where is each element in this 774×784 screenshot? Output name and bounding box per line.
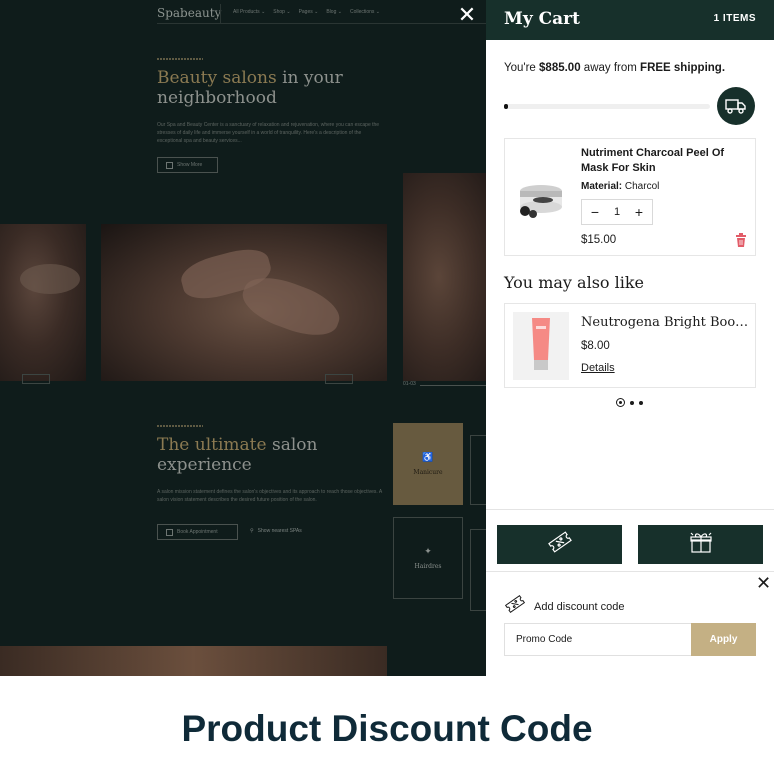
- cart-item-material: Material: Charcol: [581, 181, 659, 192]
- hero-title-highlight: Beauty salons: [157, 68, 277, 88]
- hero-title: Beauty salons in your neighborhood: [157, 68, 357, 108]
- book-appointment-label: Book Appointment: [177, 529, 218, 535]
- material-label: Material:: [581, 181, 623, 192]
- slider-prev-button[interactable]: [22, 374, 50, 384]
- material-value: Charcol: [622, 181, 660, 192]
- service-tile-partial[interactable]: [470, 529, 486, 611]
- quantity-stepper: − 1 +: [581, 199, 653, 225]
- show-more-label: Show More: [177, 162, 203, 168]
- discount-coupon-button[interactable]: [497, 525, 622, 564]
- cart-item-price: $15.00: [581, 234, 617, 246]
- cart-drawer: My Cart 1 ITEMS You're $885.00 away from…: [486, 0, 774, 676]
- background-website: Spabeauty All Products Shop Pages Blog C…: [0, 0, 486, 676]
- discount-header: Add discount code: [504, 594, 625, 619]
- polish-icon: ♿: [422, 452, 434, 463]
- spa-photo-right: [403, 173, 486, 381]
- nav-links: All Products Shop Pages Blog Collections: [233, 9, 380, 15]
- section2-title-highlight: The ultimate: [157, 435, 267, 455]
- carousel-dot-active[interactable]: [616, 398, 625, 407]
- gift-icon: [689, 531, 713, 558]
- nav-divider: [220, 4, 221, 24]
- section-divider: [157, 58, 203, 60]
- nav-item-shop[interactable]: Shop: [273, 9, 290, 15]
- slider-counter: 01-03: [403, 381, 416, 387]
- nav-item-collections[interactable]: Collections: [350, 9, 380, 15]
- slider-next-button[interactable]: [325, 374, 353, 384]
- close-discount-icon[interactable]: ✕: [756, 575, 771, 593]
- shipping-progress-fill: [504, 104, 509, 109]
- decrease-quantity-button[interactable]: −: [588, 204, 602, 220]
- nav-item-all-products[interactable]: All Products: [233, 9, 265, 15]
- recommended-product-name[interactable]: Neutrogena Bright Boost...: [581, 315, 751, 330]
- apply-button[interactable]: Apply: [691, 623, 756, 656]
- nav-item-blog[interactable]: Blog: [326, 9, 342, 15]
- page-caption: Product Discount Code: [181, 708, 593, 749]
- recommended-product-card: Neutrogena Bright Boost... $8.00 Details: [504, 303, 756, 388]
- book-appointment-button[interactable]: Book Appointment: [157, 524, 238, 540]
- recommended-product-price: $8.00: [581, 340, 610, 352]
- cart-title: My Cart: [504, 9, 580, 29]
- quantity-value[interactable]: 1: [614, 206, 620, 218]
- site-logo[interactable]: Spabeauty: [157, 6, 221, 20]
- cart-item-name[interactable]: Nutriment Charcoal Peel Of Mask For Skin: [581, 146, 749, 176]
- site-nav: Spabeauty All Products Shop Pages Blog C…: [157, 4, 486, 24]
- recommended-product-image[interactable]: [513, 312, 569, 380]
- truck-icon: [717, 87, 755, 125]
- service-tile-manicure[interactable]: ♿ Manicure: [393, 423, 463, 505]
- service-tile-partial[interactable]: [470, 435, 486, 505]
- nearest-spas-link[interactable]: ⚲ Show nearest SPAs: [250, 528, 302, 534]
- trash-icon[interactable]: [735, 233, 747, 247]
- service-tile-hairdresser[interactable]: ✦ Hairdres: [393, 517, 463, 599]
- close-overlay-icon[interactable]: ✕: [456, 5, 478, 28]
- cart-item-count: 1 ITEMS: [713, 13, 756, 24]
- location-pin-icon: ⚲: [250, 528, 254, 534]
- promo-code-input[interactable]: [504, 623, 692, 656]
- section2-description: A salon mission statement defines the sa…: [157, 489, 382, 503]
- carousel-dot[interactable]: [630, 400, 634, 405]
- spa-photo-bottom: [0, 646, 387, 676]
- service-tile-label: Manicure: [413, 468, 443, 476]
- coupon-icon: [547, 531, 573, 558]
- spa-photo-massage: [101, 224, 387, 381]
- shipping-prefix: You're: [504, 62, 540, 74]
- shipping-middle: away from: [580, 62, 641, 74]
- nav-item-pages[interactable]: Pages: [299, 9, 319, 15]
- slider-progress: [420, 385, 486, 386]
- shipping-amount: $885.00: [539, 62, 581, 74]
- free-shipping-message: You're $885.00 away from FREE shipping.: [504, 62, 725, 74]
- cart-header: My Cart 1 ITEMS: [486, 0, 774, 40]
- hero-description: Our Spa and Beauty Center is a sanctuary…: [157, 122, 380, 144]
- service-tile-label: Hairdres: [414, 562, 442, 570]
- coupon-icon: [504, 594, 526, 619]
- section-divider: [157, 425, 203, 427]
- discount-label: Add discount code: [534, 600, 625, 613]
- charcoal-mask-image[interactable]: [511, 145, 571, 249]
- shipping-progress-bar: [504, 104, 710, 109]
- carousel-dots: [616, 398, 643, 407]
- footer-divider: [486, 509, 774, 510]
- increase-quantity-button[interactable]: +: [632, 204, 646, 220]
- spa-photo-left: [0, 224, 86, 381]
- recommendations-title: You may also like: [504, 273, 645, 292]
- cart-line-item: Nutriment Charcoal Peel Of Mask For Skin…: [504, 138, 756, 256]
- nearest-spas-label: Show nearest SPAs: [257, 528, 302, 534]
- section2-title: The ultimate salon experience: [157, 435, 357, 475]
- scissors-icon: ✦: [424, 546, 432, 557]
- shipping-free: FREE shipping.: [640, 62, 726, 74]
- gift-wrap-button[interactable]: [638, 525, 763, 564]
- discount-divider: [486, 571, 774, 572]
- carousel-dot[interactable]: [639, 400, 643, 405]
- details-link[interactable]: Details: [581, 362, 615, 374]
- show-more-button[interactable]: Show More: [157, 157, 218, 173]
